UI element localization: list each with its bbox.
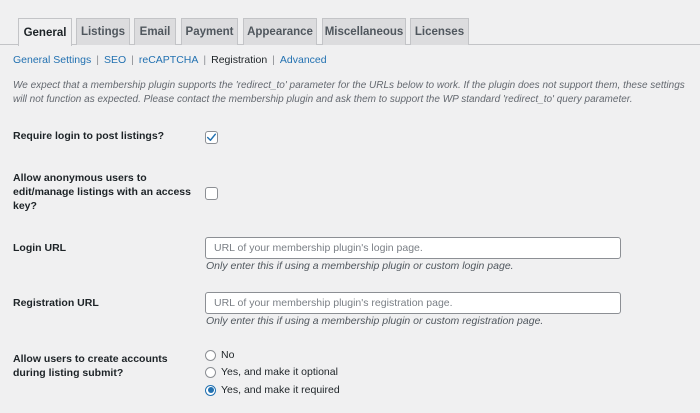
anonymous-access-label-line: key? (13, 200, 37, 212)
subnav-separator: | (203, 54, 207, 66)
create-accounts-option-optional[interactable]: Yes, and make it optional (205, 366, 338, 378)
checkmark-icon (206, 133, 217, 141)
radio-button[interactable] (205, 366, 216, 378)
tab-licenses[interactable]: Licenses (410, 18, 469, 45)
anonymous-access-label: Allow anonymous users to edit/manage lis… (13, 171, 191, 213)
anonymous-access-label-line: Allow anonymous users to (13, 172, 147, 184)
subnav-advanced[interactable]: Advanced (280, 54, 327, 66)
registration-url-hint: Only enter this if using a membership pl… (206, 315, 544, 327)
create-accounts-label: Allow users to create accounts during li… (13, 352, 168, 380)
create-accounts-option-required[interactable]: Yes, and make it required (205, 384, 340, 396)
create-accounts-label-line: during listing submit? (13, 367, 124, 379)
login-url-input[interactable] (205, 237, 621, 259)
radio-label: Yes, and make it required (221, 384, 340, 396)
tab-payment[interactable]: Payment (181, 18, 238, 45)
settings-subnav: General Settings | SEO | reCAPTCHA | Reg… (13, 53, 327, 67)
require-login-label: Require login to post listings? (13, 130, 165, 142)
require-login-checkbox[interactable] (205, 131, 218, 144)
subnav-recaptcha[interactable]: reCAPTCHA (139, 54, 199, 66)
login-url-hint: Only enter this if using a membership pl… (206, 260, 514, 272)
subnav-general-settings[interactable]: General Settings (13, 54, 91, 66)
radio-label: Yes, and make it optional (221, 366, 338, 378)
anonymous-access-checkbox[interactable] (205, 187, 218, 200)
radio-button-selected[interactable] (205, 384, 216, 396)
tab-email[interactable]: Email (134, 18, 176, 45)
subnav-separator: | (272, 54, 275, 66)
subnav-registration-current: Registration (211, 54, 268, 66)
registration-url-label: Registration URL (13, 297, 99, 309)
create-accounts-option-no[interactable]: No (205, 349, 234, 361)
tab-appearance[interactable]: Appearance (243, 18, 317, 45)
radio-label: No (221, 349, 235, 361)
create-accounts-label-line: Allow users to create accounts (13, 353, 168, 365)
radio-button[interactable] (205, 349, 216, 361)
tab-general[interactable]: General (18, 18, 72, 46)
tab-miscellaneous[interactable]: Miscellaneous (322, 18, 406, 45)
anonymous-access-label-line: edit/manage listings with an access (13, 186, 191, 198)
registration-url-input[interactable] (205, 292, 621, 314)
settings-tabs: General Listings Email Payment Appearanc… (0, 0, 700, 46)
tab-listings[interactable]: Listings (76, 18, 130, 45)
subnav-separator: | (131, 54, 134, 66)
section-description: We expect that a membership plugin suppo… (13, 80, 685, 105)
login-url-label: Login URL (13, 242, 67, 254)
subnav-separator: | (96, 54, 99, 66)
subnav-seo[interactable]: SEO (104, 54, 126, 66)
